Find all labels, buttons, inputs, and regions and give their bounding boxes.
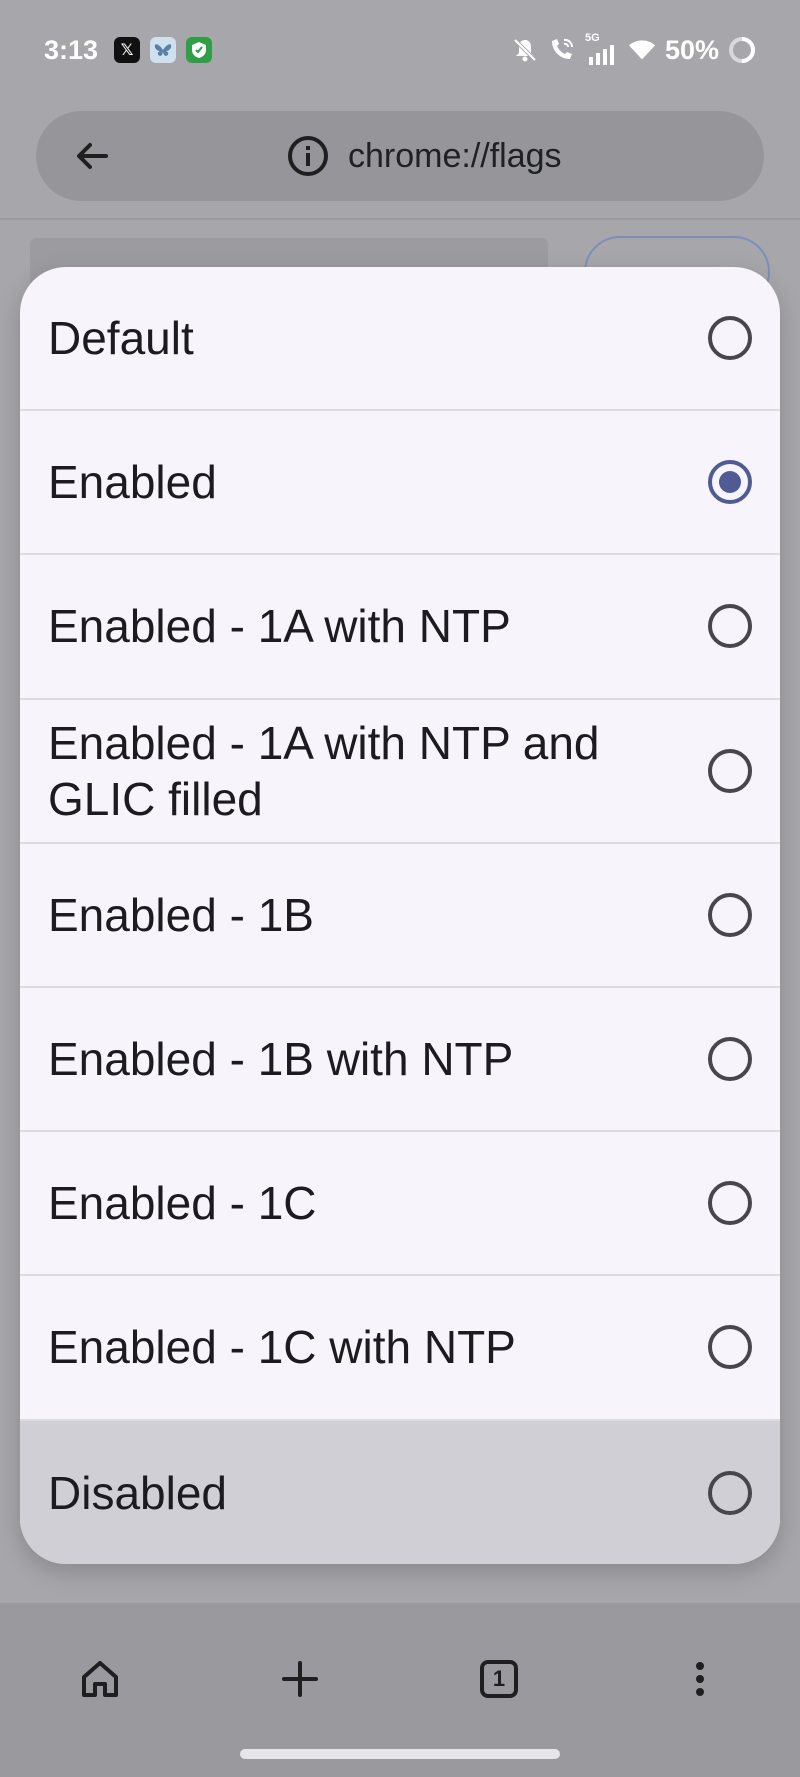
url-bar[interactable]: chrome://flags [286,111,562,201]
arrow-left-icon [77,143,108,169]
battery-ring-icon [728,36,756,64]
status-time: 3:13 [44,34,99,65]
option-enabled-1a-ntp[interactable]: Enabled - 1A with NTP [20,555,780,700]
menu-button[interactable] [664,1643,736,1715]
radio-dot [719,471,741,494]
status-right: 5G 50% [511,32,756,66]
gesture-bar[interactable] [240,1749,560,1759]
plus-icon [282,1661,318,1697]
radio-unchecked-icon[interactable] [708,748,752,793]
more-vertical-icon [696,1662,704,1696]
wifi-call-icon [548,36,576,64]
url-text: chrome://flags [348,136,562,175]
radio-unchecked-icon[interactable] [708,1470,752,1515]
option-label: Enabled - 1C [48,1177,317,1230]
signal-icon: 5G [585,32,619,65]
radio-checked-icon[interactable] [708,460,752,505]
bluesky-icon [150,37,177,63]
option-label: Enabled [48,456,217,509]
option-label: Enabled - 1C with NTP [48,1321,516,1374]
option-enabled-1c[interactable]: Enabled - 1C [20,1132,780,1277]
tab-count: 1 [480,1660,518,1698]
wifi-icon [628,36,656,64]
radio-unchecked-icon[interactable] [708,1037,752,1082]
radio-unchecked-icon[interactable] [708,892,752,937]
radio-unchecked-icon[interactable] [708,604,752,649]
option-label: Enabled - 1A with NTP [48,600,511,653]
flag-options-sheet: Default Enabled Enabled - 1A with NTP En… [20,267,780,1564]
network-type: 5G [584,32,600,44]
option-default[interactable]: Default [20,267,780,412]
option-enabled-1c-ntp[interactable]: Enabled - 1C with NTP [20,1276,780,1421]
option-enabled-1b-ntp[interactable]: Enabled - 1B with NTP [20,988,780,1133]
muted-bell-icon [511,36,539,64]
option-enabled[interactable]: Enabled [20,411,780,556]
option-enabled-1b[interactable]: Enabled - 1B [20,844,780,988]
tab-switcher-button[interactable]: 1 [463,1643,535,1715]
option-label: Enabled - 1B with NTP [48,1033,514,1086]
option-label: Enabled - 1B [48,888,314,941]
option-disabled[interactable]: Disabled [20,1420,780,1564]
home-button[interactable] [64,1643,136,1715]
status-left: 3:13 𝕏 [44,34,213,66]
option-label: Disabled [48,1466,227,1519]
option-enabled-1a-ntp-glic[interactable]: Enabled - 1A with NTP and GLIC filled [20,700,780,844]
omnibox[interactable]: chrome://flags [36,111,764,201]
battery-percent: 50% [664,34,719,65]
info-icon[interactable] [286,134,330,178]
toolbar-divider [0,218,800,220]
new-tab-button[interactable] [264,1643,336,1715]
home-icon [82,1661,118,1697]
x-icon: 𝕏 [114,37,141,63]
option-label: Default [48,312,194,365]
option-label: Enabled - 1A with NTP and GLIC filled [48,716,600,825]
radio-unchecked-icon[interactable] [708,316,752,361]
shield-app-icon [186,37,213,63]
radio-unchecked-icon[interactable] [708,1325,752,1370]
radio-unchecked-icon[interactable] [708,1181,752,1226]
back-button[interactable] [64,128,120,184]
status-bar: 3:13 𝕏 5G 50% [0,0,800,100]
